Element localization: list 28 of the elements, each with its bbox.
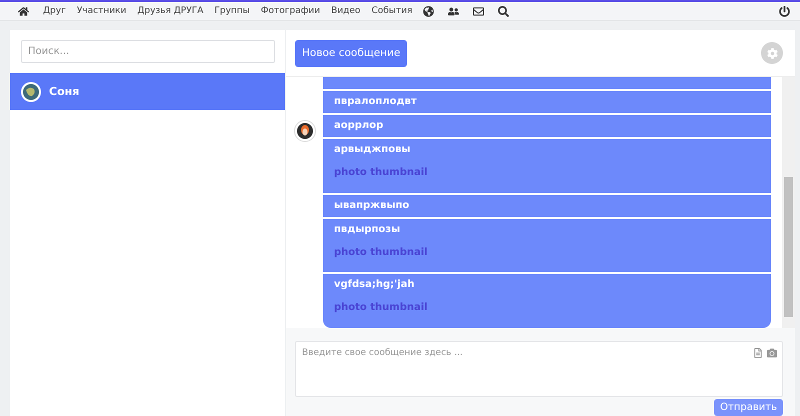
message-text: арвыджповы [334,144,412,155]
search-field[interactable]: Поиск... [21,40,275,63]
message-text: аоррлор [334,120,384,131]
users-icon[interactable] [448,6,460,16]
nav-link[interactable]: События [371,6,412,16]
home-icon[interactable] [18,6,29,16]
nav-link[interactable]: Друг [43,6,66,16]
contact-item[interactable]: Соня [10,73,285,110]
nav-link[interactable]: Участники [76,6,126,16]
message-text: пвралоплодвт [334,96,418,107]
new-message-button[interactable]: Новое сообщение [295,40,408,66]
power-icon[interactable] [779,6,790,16]
search-icon[interactable] [498,6,510,16]
scrollbar[interactable] [782,77,795,328]
envelope-icon[interactable] [473,6,484,16]
nav-link[interactable]: Фотографии [260,6,320,16]
file-icon[interactable] [753,348,763,359]
nav-link[interactable]: Видео [331,6,360,16]
message-text: ывапржвыпо [334,200,410,211]
message-text: пвдырпозы [334,224,402,235]
avatar [294,120,316,142]
message-field[interactable]: Введите свое сообщение здесь ... [295,341,783,397]
avatar [21,82,41,102]
camera-icon[interactable] [767,348,777,359]
globe-icon[interactable] [423,6,434,16]
message-text: vgfdsa;hg;'jah [334,279,416,290]
nav-link[interactable]: Группы [214,6,250,16]
nav-link[interactable]: Друзья ДРУГА [137,6,204,16]
